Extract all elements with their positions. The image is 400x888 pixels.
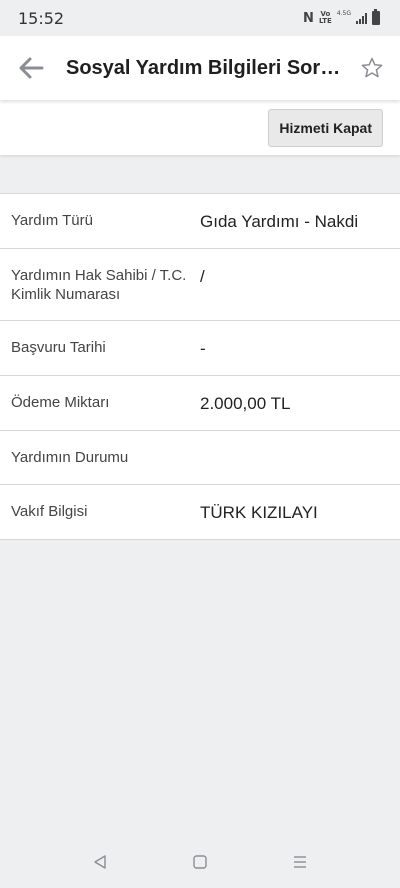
info-value: - — [200, 339, 206, 358]
info-value: Gıda Yardımı - Nakdi — [200, 212, 359, 231]
page-title: Sosyal Yardım Bilgileri Sorgulama — [66, 56, 344, 79]
info-row-foundation: Vakıf Bilgisi TÜRK KIZILAYI — [0, 485, 400, 540]
signal-icon — [356, 12, 367, 24]
info-label: Yardımın Durumu — [11, 449, 129, 466]
4g-icon: 4.5G — [336, 9, 351, 17]
info-row-aid-type: Yardım Türü Gıda Yardımı - Nakdi — [0, 194, 400, 249]
app-bar: Sosyal Yardım Bilgileri Sorgulama — [0, 36, 400, 100]
action-bar: Hizmeti Kapat — [0, 100, 400, 155]
menu-lines-icon[interactable] — [280, 842, 320, 882]
info-label: Yardım Türü — [11, 212, 93, 229]
battery-icon — [372, 9, 380, 25]
volte-icon: Vo LTE — [319, 11, 332, 25]
info-value — [200, 431, 400, 484]
system-nav-bar — [0, 836, 400, 888]
status-icons: N Vo LTE 4.5G — [303, 9, 380, 26]
star-outline-icon[interactable] — [344, 36, 400, 100]
status-bar: 15:52 N Vo LTE 4.5G — [0, 0, 400, 36]
info-list: Yardım Türü Gıda Yardımı - Nakdi Yardımı… — [0, 193, 400, 540]
home-square-icon[interactable] — [180, 842, 220, 882]
nfc-icon: N — [303, 10, 314, 26]
info-label: Yardımın Hak Sahibi / T.C. Kimlik Numara… — [11, 267, 187, 303]
arrow-left-icon[interactable] — [0, 36, 62, 100]
info-label: Başvuru Tarihi — [11, 339, 106, 356]
close-service-button[interactable]: Hizmeti Kapat — [268, 108, 383, 147]
info-label: Ödeme Miktarı — [11, 394, 110, 411]
back-triangle-icon[interactable] — [80, 842, 120, 882]
info-row-application-date: Başvuru Tarihi - — [0, 321, 400, 376]
info-value: 2.000,00 TL — [200, 394, 291, 413]
volte-bottom: LTE — [318, 17, 332, 25]
info-row-aid-status: Yardımın Durumu — [0, 431, 400, 485]
info-label: Vakıf Bilgisi — [11, 503, 88, 520]
info-value: / — [200, 267, 205, 286]
status-time: 15:52 — [18, 8, 65, 28]
info-row-beneficiary: Yardımın Hak Sahibi / T.C. Kimlik Numara… — [0, 249, 400, 321]
info-row-payment-amount: Ödeme Miktarı 2.000,00 TL — [0, 376, 400, 431]
info-value: TÜRK KIZILAYI — [200, 503, 318, 522]
